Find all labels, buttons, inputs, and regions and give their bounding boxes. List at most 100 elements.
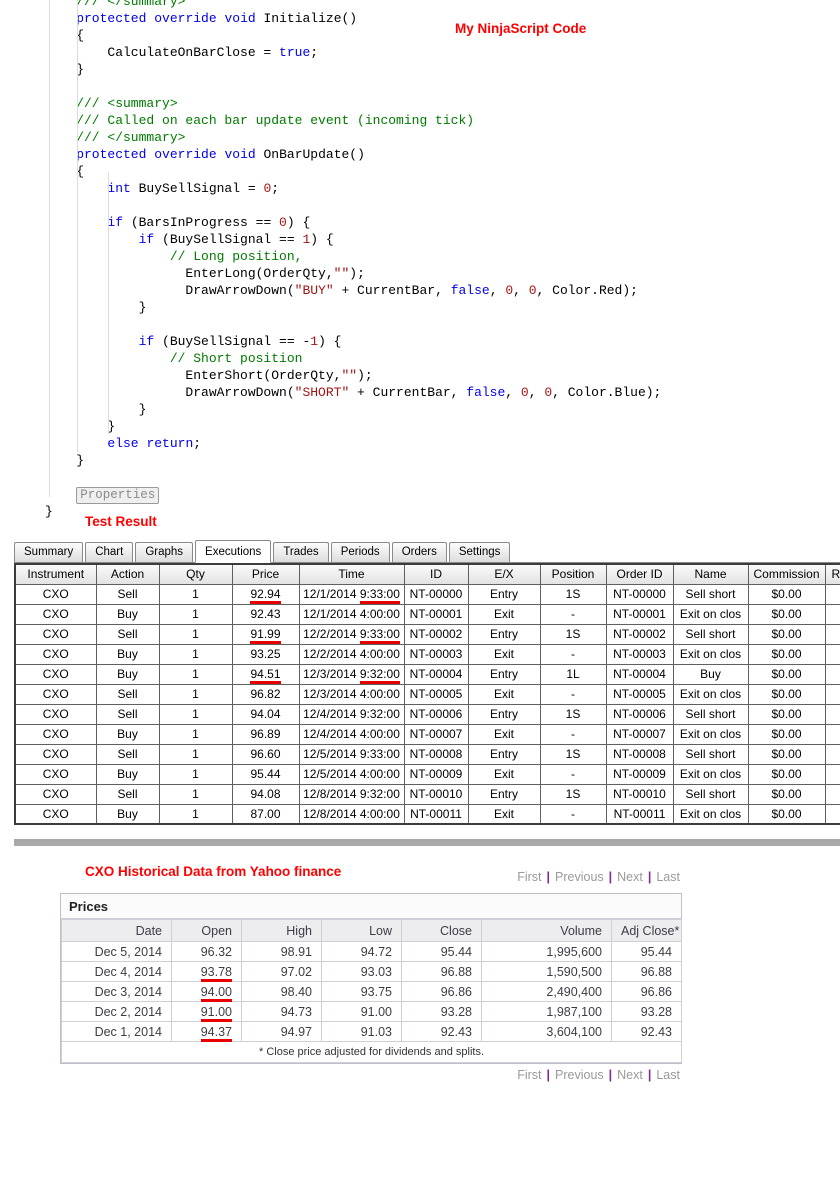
tab-summary[interactable]: Summary xyxy=(14,542,84,562)
code-comment: /// </summary> xyxy=(76,130,186,145)
exec-col-header[interactable]: Position xyxy=(539,563,607,585)
cell-price: 93.25 xyxy=(231,643,300,665)
time-clock: 9:32:00 xyxy=(359,667,400,683)
code-keyword: else xyxy=(107,436,139,451)
exec-col-header[interactable]: Name xyxy=(672,563,749,585)
cell-commission: $0.00 xyxy=(747,783,826,805)
properties-region-button[interactable]: Properties xyxy=(76,487,160,504)
tab-graphs[interactable]: Graphs xyxy=(135,542,194,562)
cell-instrument: CXO xyxy=(14,783,97,805)
execution-row[interactable]: CXO Sell 1 92.94 12/1/2014 9:33:00 NT-00000 En… xyxy=(14,583,840,605)
cell-qty: 1 xyxy=(158,803,233,825)
cell-qty: 1 xyxy=(158,723,233,745)
code-literal: 0 xyxy=(505,283,514,298)
cell-name: Exit on clos xyxy=(672,683,749,705)
time-date: 12/2/2014 xyxy=(303,647,360,661)
tab-orders[interactable]: Orders xyxy=(391,542,447,562)
cell-order-id: NT-00011 xyxy=(605,803,674,825)
code-keyword: true xyxy=(279,45,311,60)
horizontal-scrollbar[interactable] xyxy=(14,839,840,846)
code-line: Properties xyxy=(45,486,835,504)
time-clock: 4:00:00 xyxy=(359,647,400,661)
indent-guide xyxy=(49,0,50,497)
pagination-top: First | Previous | Next | Last xyxy=(517,870,680,884)
cell-time: 12/2/2014 4:00:00 xyxy=(298,643,405,665)
cell-open: 94.37 xyxy=(171,1021,242,1042)
execution-row[interactable]: CXO Sell 1 91.99 12/2/2014 9:33:00 NT-00002 En… xyxy=(14,623,840,645)
pager-link-first[interactable]: First xyxy=(517,870,541,884)
code-line: CalculateOnBarClose = true; xyxy=(45,44,835,61)
pager-link-next[interactable]: Next xyxy=(617,1068,643,1082)
code-line: } xyxy=(45,418,835,435)
time-clock: 9:33:00 xyxy=(359,587,400,603)
time-clock: 4:00:00 xyxy=(359,806,400,821)
time-clock: 9:33:00 xyxy=(359,627,400,643)
cell-volume: 3,604,100 xyxy=(481,1021,612,1042)
cell-name: Exit on clos xyxy=(672,603,749,625)
code-line: } xyxy=(45,503,835,520)
cell-action: Buy xyxy=(95,723,160,745)
cell-time: 12/4/2014 9:32:00 xyxy=(298,703,405,725)
cell-rate xyxy=(824,783,840,805)
tab-periods[interactable]: Periods xyxy=(330,542,390,562)
price-value: 95.44 xyxy=(250,767,281,781)
exec-col-header[interactable]: Qty xyxy=(158,563,233,585)
time-date: 12/5/2014 xyxy=(303,767,360,781)
code-text: OnBarUpdate() xyxy=(255,147,365,162)
cell-rate xyxy=(824,743,840,765)
executions-table-container: Instrument Action Qty Price Time ID E/X Positio… xyxy=(14,563,840,825)
cell-qty: 1 xyxy=(158,603,233,625)
code-text: DrawArrowDown( xyxy=(185,385,295,400)
code-comment: // Long position, xyxy=(169,249,303,264)
code-text: , xyxy=(513,283,529,298)
pager-link-first[interactable]: First xyxy=(517,1068,541,1082)
cell-price: 94.04 xyxy=(231,703,300,725)
execution-row[interactable]: CXO Sell 1 96.60 12/5/2014 9:33:00 NT-00008 En… xyxy=(14,743,840,765)
cell-time: 12/1/2014 9:33:00 xyxy=(298,583,405,605)
tab-executions[interactable]: Executions xyxy=(195,540,272,563)
exec-col-header[interactable]: Instrument xyxy=(14,563,97,585)
tab-trades[interactable]: Trades xyxy=(273,542,329,562)
exec-col-header[interactable]: E/X xyxy=(467,563,541,585)
execution-row[interactable]: CXO Buy 1 93.25 12/2/2014 4:00:00 NT-00003 Exi… xyxy=(14,643,840,665)
cell-time: 12/8/2014 4:00:00 xyxy=(298,803,405,825)
cell-position: - xyxy=(539,803,607,825)
price-value: 87.00 xyxy=(250,806,281,821)
execution-row[interactable]: CXO Sell 1 94.04 12/4/2014 9:32:00 NT-00006 En… xyxy=(14,703,840,725)
tab-settings[interactable]: Settings xyxy=(448,542,511,562)
pager-link-next[interactable]: Next xyxy=(617,870,643,884)
exec-col-header[interactable]: Order ID xyxy=(605,563,674,585)
execution-row[interactable]: CXO Buy 1 95.44 12/5/2014 4:00:00 NT-00009 Exi… xyxy=(14,763,840,785)
execution-row[interactable]: CXO Buy 1 94.51 12/3/2014 9:32:00 NT-00004 Ent… xyxy=(14,663,840,685)
cell-qty: 1 xyxy=(158,703,233,725)
exec-col-header[interactable]: Time xyxy=(298,563,405,585)
code-text: + CurrentBar, xyxy=(349,385,467,400)
cell-price: 96.82 xyxy=(231,683,300,705)
pager-link-last[interactable]: Last xyxy=(656,1068,680,1082)
exec-col-header[interactable]: Commission xyxy=(747,563,826,585)
code-literal: "SHORT" xyxy=(294,385,350,400)
exec-col-header[interactable]: R xyxy=(824,563,840,585)
prices-col-header: Volume xyxy=(481,919,612,942)
cell-name: Exit on clos xyxy=(672,643,749,665)
pager-link-last[interactable]: Last xyxy=(656,870,680,884)
exec-col-header[interactable]: Action xyxy=(95,563,160,585)
execution-row[interactable]: CXO Sell 1 96.82 12/3/2014 4:00:00 NT-00005 Ex… xyxy=(14,683,840,705)
cell-position: 1L xyxy=(539,663,607,685)
pager-link-previous[interactable]: Previous xyxy=(555,1068,604,1082)
exec-col-header[interactable]: ID xyxy=(403,563,469,585)
pager-separator: | xyxy=(546,1068,551,1082)
cell-instrument: CXO xyxy=(14,643,97,665)
execution-row[interactable]: CXO Buy 1 87.00 12/8/2014 4:00:00 NT-00011 Exi… xyxy=(14,803,840,825)
execution-row[interactable]: CXO Buy 1 92.43 12/1/2014 4:00:00 NT-00001 Exi… xyxy=(14,603,840,625)
cell-close: 96.88 xyxy=(401,961,482,982)
exec-col-header[interactable]: Price xyxy=(231,563,300,585)
time-clock: 9:33:00 xyxy=(359,747,400,761)
execution-row[interactable]: CXO Buy 1 96.89 12/4/2014 4:00:00 NT-00007 Exi… xyxy=(14,723,840,745)
execution-row[interactable]: CXO Sell 1 94.08 12/8/2014 9:32:00 NT-00010 En… xyxy=(14,783,840,805)
tab-chart[interactable]: Chart xyxy=(85,542,134,562)
indent-guide xyxy=(77,0,78,452)
pager-link-previous[interactable]: Previous xyxy=(555,870,604,884)
cell-high: 98.91 xyxy=(241,941,322,962)
cell-name: Exit on clos xyxy=(672,723,749,745)
